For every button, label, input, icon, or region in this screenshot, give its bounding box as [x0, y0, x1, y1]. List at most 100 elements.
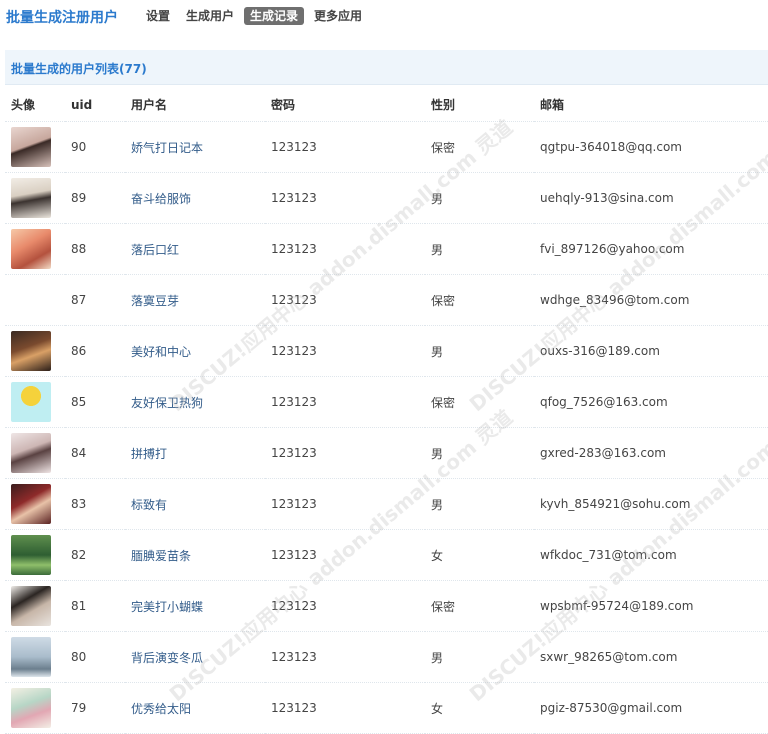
password-cell: 123123: [265, 529, 425, 581]
email-cell: wpsbmf-95724@189.com: [534, 580, 768, 632]
col-email: 邮箱: [534, 88, 768, 122]
avatar[interactable]: [11, 535, 51, 575]
table-row: 83 标致有 123123 男 kyvh_854921@sohu.com: [5, 478, 768, 530]
uid-cell: 90: [65, 121, 125, 173]
uid-cell: 87: [65, 274, 125, 326]
gender-cell: 女: [425, 529, 534, 581]
email-cell: sxwr_98265@tom.com: [534, 631, 768, 683]
username-cell: 完美打小蝴蝶: [125, 580, 265, 632]
avatar[interactable]: [11, 178, 51, 218]
username-link[interactable]: 标致有: [131, 498, 167, 512]
password-cell: 123123: [265, 223, 425, 275]
username-cell: 娇气打日记本: [125, 121, 265, 173]
username-cell: 落寞豆芽: [125, 274, 265, 326]
username-link[interactable]: 完美打小蝴蝶: [131, 600, 203, 614]
avatar-cell: [5, 427, 65, 479]
app-title: 批量生成注册用户: [6, 10, 118, 26]
tab-settings[interactable]: 设置: [140, 7, 176, 25]
email-cell: fvi_897126@yahoo.com: [534, 223, 768, 275]
table-row: 88 落后口红 123123 男 fvi_897126@yahoo.com: [5, 223, 768, 275]
col-password: 密码: [265, 88, 425, 122]
gender-cell: 保密: [425, 121, 534, 173]
table-row: 85 友好保卫热狗 123123 保密 qfog_7526@163.com: [5, 376, 768, 428]
avatar-cell: [5, 274, 65, 326]
avatar-cell: [5, 325, 65, 377]
table-row: 86 美好和中心 123123 男 ouxs-316@189.com: [5, 325, 768, 377]
gender-cell: 保密: [425, 376, 534, 428]
email-cell: uehqly-913@sina.com: [534, 172, 768, 224]
avatar[interactable]: [11, 433, 51, 473]
email-cell: ouxs-316@189.com: [534, 325, 768, 377]
avatar[interactable]: [11, 688, 51, 728]
table-row: 89 奋斗给服饰 123123 男 uehqly-913@sina.com: [5, 172, 768, 224]
uid-cell: 79: [65, 682, 125, 734]
table-row: 90 娇气打日记本 123123 保密 qgtpu-364018@qq.com: [5, 121, 768, 173]
nav-tabs: 设置 生成用户 生成记录 更多应用: [140, 7, 368, 25]
avatar[interactable]: [11, 586, 51, 626]
username-cell: 优秀给太阳: [125, 682, 265, 734]
avatar[interactable]: [11, 331, 51, 371]
username-link[interactable]: 优秀给太阳: [131, 702, 191, 716]
username-link[interactable]: 友好保卫热狗: [131, 396, 203, 410]
table-header-row: 头像 uid 用户名 密码 性别 邮箱: [5, 88, 768, 122]
avatar-cell: [5, 580, 65, 632]
password-cell: 123123: [265, 631, 425, 683]
avatar-cell: [5, 121, 65, 173]
users-table: 头像 uid 用户名 密码 性别 邮箱 90 娇气打日记本 123123 保密 qgtp…: [5, 88, 768, 734]
uid-cell: 89: [65, 172, 125, 224]
username-link[interactable]: 奋斗给服饰: [131, 192, 191, 206]
uid-cell: 86: [65, 325, 125, 377]
username-link[interactable]: 美好和中心: [131, 345, 191, 359]
username-link[interactable]: 落后口红: [131, 243, 179, 257]
avatar[interactable]: [11, 637, 51, 677]
gender-cell: 男: [425, 631, 534, 683]
avatar-cell: [5, 376, 65, 428]
password-cell: 123123: [265, 376, 425, 428]
uid-cell: 82: [65, 529, 125, 581]
password-cell: 123123: [265, 325, 425, 377]
password-cell: 123123: [265, 478, 425, 530]
col-uid: uid: [65, 88, 125, 122]
avatar-cell: [5, 223, 65, 275]
gender-cell: 男: [425, 325, 534, 377]
uid-cell: 83: [65, 478, 125, 530]
table-row: 84 拼搏打 123123 男 gxred-283@163.com: [5, 427, 768, 479]
gender-cell: 女: [425, 682, 534, 734]
email-cell: pgiz-87530@gmail.com: [534, 682, 768, 734]
avatar[interactable]: [11, 382, 51, 422]
avatar[interactable]: [11, 484, 51, 524]
email-cell: qfog_7526@163.com: [534, 376, 768, 428]
avatar-cell: [5, 478, 65, 530]
username-link[interactable]: 娇气打日记本: [131, 141, 203, 155]
username-link[interactable]: 拼搏打: [131, 447, 167, 461]
email-cell: wfkdoc_731@tom.com: [534, 529, 768, 581]
username-cell: 腼腆爱苗条: [125, 529, 265, 581]
password-cell: 123123: [265, 121, 425, 173]
username-link[interactable]: 腼腆爱苗条: [131, 549, 191, 563]
tab-generate-users[interactable]: 生成用户: [180, 7, 240, 25]
gender-cell: 男: [425, 478, 534, 530]
username-cell: 拼搏打: [125, 427, 265, 479]
tab-more-apps[interactable]: 更多应用: [308, 7, 368, 25]
avatar[interactable]: [11, 229, 51, 269]
username-cell: 奋斗给服饰: [125, 172, 265, 224]
uid-cell: 85: [65, 376, 125, 428]
gender-cell: 保密: [425, 274, 534, 326]
gender-cell: 男: [425, 172, 534, 224]
avatar-cell: [5, 631, 65, 683]
table-row: 81 完美打小蝴蝶 123123 保密 wpsbmf-95724@189.com: [5, 580, 768, 632]
avatar[interactable]: [11, 127, 51, 167]
avatar-cell: [5, 172, 65, 224]
password-cell: 123123: [265, 172, 425, 224]
username-link[interactable]: 背后演变冬瓜: [131, 651, 203, 665]
col-avatar: 头像: [5, 88, 65, 122]
tab-generate-records[interactable]: 生成记录: [244, 7, 305, 25]
table-row: 87 落寞豆芽 123123 保密 wdhge_83496@tom.com: [5, 274, 768, 326]
password-cell: 123123: [265, 682, 425, 734]
email-cell: wdhge_83496@tom.com: [534, 274, 768, 326]
password-cell: 123123: [265, 274, 425, 326]
email-cell: kyvh_854921@sohu.com: [534, 478, 768, 530]
col-username: 用户名: [125, 88, 265, 122]
username-link[interactable]: 落寞豆芽: [131, 294, 179, 308]
col-gender: 性别: [425, 88, 534, 122]
